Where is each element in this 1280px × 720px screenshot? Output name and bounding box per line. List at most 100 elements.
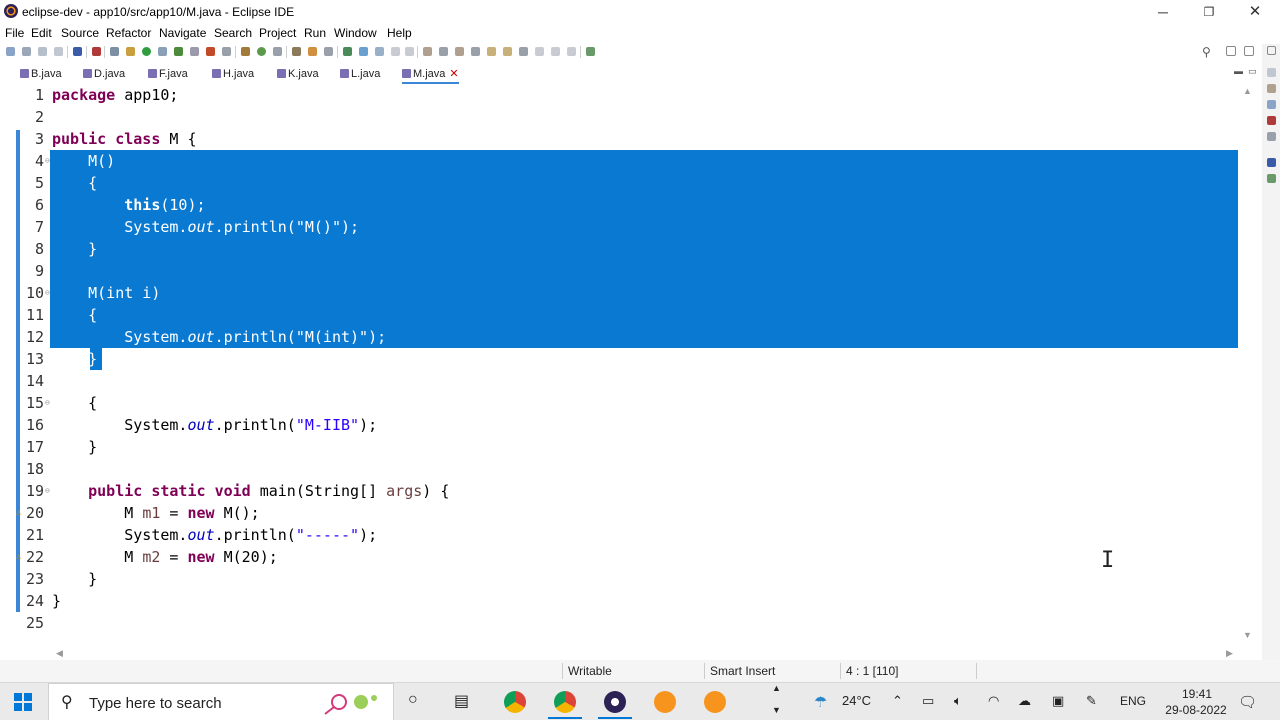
fold-toggle-icon[interactable]: ⊖ [45, 392, 50, 414]
search-icon[interactable]: ⚲ [1202, 45, 1211, 59]
coverage-icon[interactable] [174, 47, 183, 56]
fold-toggle-icon[interactable]: ⊖ [45, 150, 50, 172]
coverage-dropdown-icon[interactable] [190, 47, 199, 56]
tab-k-java[interactable]: K.java [277, 64, 319, 84]
back-dropdown-icon[interactable] [519, 47, 528, 56]
menu-refactor[interactable]: Refactor [106, 26, 151, 40]
meet-now-icon[interactable]: ▣ [1052, 693, 1064, 709]
open-type-icon[interactable] [292, 47, 301, 56]
weather-icon[interactable]: ☂ [814, 693, 827, 711]
new-package-icon[interactable] [257, 47, 266, 56]
warning-icon[interactable]: ⚠ [16, 502, 21, 524]
next-annotation-icon[interactable] [423, 47, 432, 56]
fold-toggle-icon[interactable]: ⊖ [45, 480, 50, 502]
fold-toggle-icon[interactable]: ⊖ [45, 282, 50, 304]
external-tools-icon[interactable] [206, 47, 215, 56]
onedrive-icon[interactable]: ☁ [1018, 693, 1031, 709]
menu-source[interactable]: Source [61, 26, 99, 40]
restore-view-icon[interactable] [1267, 46, 1276, 55]
windows-start-icon[interactable] [14, 693, 32, 711]
weather-temperature[interactable]: 24°C [842, 693, 871, 708]
menu-window[interactable]: Window [334, 26, 377, 40]
scroll-down-icon[interactable]: ▼ [1243, 630, 1252, 640]
language-indicator[interactable]: ENG [1120, 694, 1146, 708]
menu-search[interactable]: Search [214, 26, 252, 40]
battery-icon[interactable]: ▭ [922, 693, 934, 709]
task-list-icon[interactable] [1267, 68, 1276, 77]
debug-icon[interactable] [110, 47, 119, 56]
chrome-icon[interactable] [548, 691, 582, 719]
run-icon[interactable] [142, 47, 151, 56]
cortana-icon[interactable]: ○ [408, 691, 418, 709]
open-console-icon[interactable] [73, 47, 82, 56]
task-view-icon[interactable]: ▤ [454, 691, 469, 711]
block-selection-icon[interactable] [375, 47, 384, 56]
wifi-icon[interactable]: ◠ [988, 693, 999, 709]
word-wrap-icon[interactable] [391, 47, 400, 56]
javadoc-icon[interactable] [1267, 116, 1276, 125]
skip-breakpoints-icon[interactable] [92, 47, 101, 56]
tab-h-java[interactable]: H.java [212, 64, 254, 84]
show-hidden-up-icon[interactable]: ▲ [772, 683, 781, 693]
forward-dropdown-more-icon[interactable] [567, 47, 576, 56]
clock-date[interactable]: 29-08-2022 [1156, 703, 1236, 717]
menu-file[interactable]: File [5, 26, 24, 40]
minimize-button[interactable]: ─ [1140, 0, 1186, 24]
new-icon[interactable] [6, 47, 15, 56]
open-perspective-icon[interactable] [1226, 46, 1236, 56]
notifications-icon[interactable]: 🗨︎ [1238, 693, 1257, 711]
volume-icon[interactable]: 🔈︎ [954, 693, 962, 709]
scroll-right-icon[interactable]: ▶ [1226, 648, 1233, 659]
show-hidden-down-icon[interactable]: ▼ [772, 705, 781, 715]
print-icon[interactable] [54, 47, 63, 56]
app-icon[interactable] [654, 691, 676, 713]
annotation-icon[interactable] [343, 47, 352, 56]
tab-d-java[interactable]: D.java [83, 64, 125, 84]
show-whitespace-icon[interactable] [405, 47, 414, 56]
pen-icon[interactable]: ✎ [1086, 693, 1097, 709]
tab-f-java[interactable]: F.java [148, 64, 188, 84]
app-icon[interactable] [704, 691, 726, 713]
open-task-icon[interactable] [308, 47, 317, 56]
back-icon[interactable] [503, 47, 512, 56]
menu-navigate[interactable]: Navigate [159, 26, 206, 40]
close-icon[interactable]: ✕ [449, 68, 458, 80]
tray-chevron-icon[interactable]: ⌃ [892, 693, 903, 709]
restore-button[interactable]: ❐ [1186, 0, 1232, 24]
problems-icon[interactable] [1267, 100, 1276, 109]
forward-dropdown-icon[interactable] [551, 47, 560, 56]
scroll-left-icon[interactable]: ◀ [56, 648, 63, 659]
last-edit-location-icon[interactable] [487, 47, 496, 56]
chrome-icon[interactable] [504, 691, 526, 713]
eclipse-icon[interactable] [598, 691, 632, 719]
java-ee-perspective-icon[interactable] [1244, 46, 1254, 56]
new-class-dropdown-icon[interactable] [273, 47, 282, 56]
outline-icon[interactable] [1267, 84, 1276, 93]
tab-l-java[interactable]: L.java [340, 64, 380, 84]
console-icon[interactable] [1267, 158, 1276, 167]
save-icon[interactable] [22, 47, 31, 56]
previous-annotation-icon[interactable] [455, 47, 464, 56]
build-icon[interactable] [126, 47, 135, 56]
pin-editor-icon[interactable] [586, 47, 595, 56]
warning-icon[interactable]: ⚠ [16, 546, 21, 568]
menu-edit[interactable]: Edit [31, 26, 52, 40]
clock-time[interactable]: 19:41 [1172, 687, 1222, 701]
tab-m-java[interactable]: M.java ✕ [402, 64, 459, 84]
minimize-panel-icon[interactable]: ▬ [1234, 66, 1243, 76]
menu-help[interactable]: Help [387, 26, 412, 40]
close-window-button[interactable]: ✕ [1232, 0, 1278, 24]
declaration-icon[interactable] [1267, 132, 1276, 141]
external-tools-dropdown-icon[interactable] [222, 47, 231, 56]
mark-occurrences-icon[interactable] [359, 47, 368, 56]
forward-icon[interactable] [535, 47, 544, 56]
code-editor[interactable]: 1 package app10; 2 3 public class M { 4 ⊖ M… [0, 84, 1256, 660]
menu-project[interactable]: Project [259, 26, 296, 40]
previous-annotation-dropdown-icon[interactable] [471, 47, 480, 56]
tab-b-java[interactable]: B.java [20, 64, 62, 84]
scroll-up-icon[interactable]: ▲ [1243, 86, 1252, 96]
save-all-icon[interactable] [38, 47, 47, 56]
insert-mode-status[interactable]: Smart Insert [710, 664, 775, 678]
menu-run[interactable]: Run [304, 26, 326, 40]
run-dropdown-icon[interactable] [158, 47, 167, 56]
